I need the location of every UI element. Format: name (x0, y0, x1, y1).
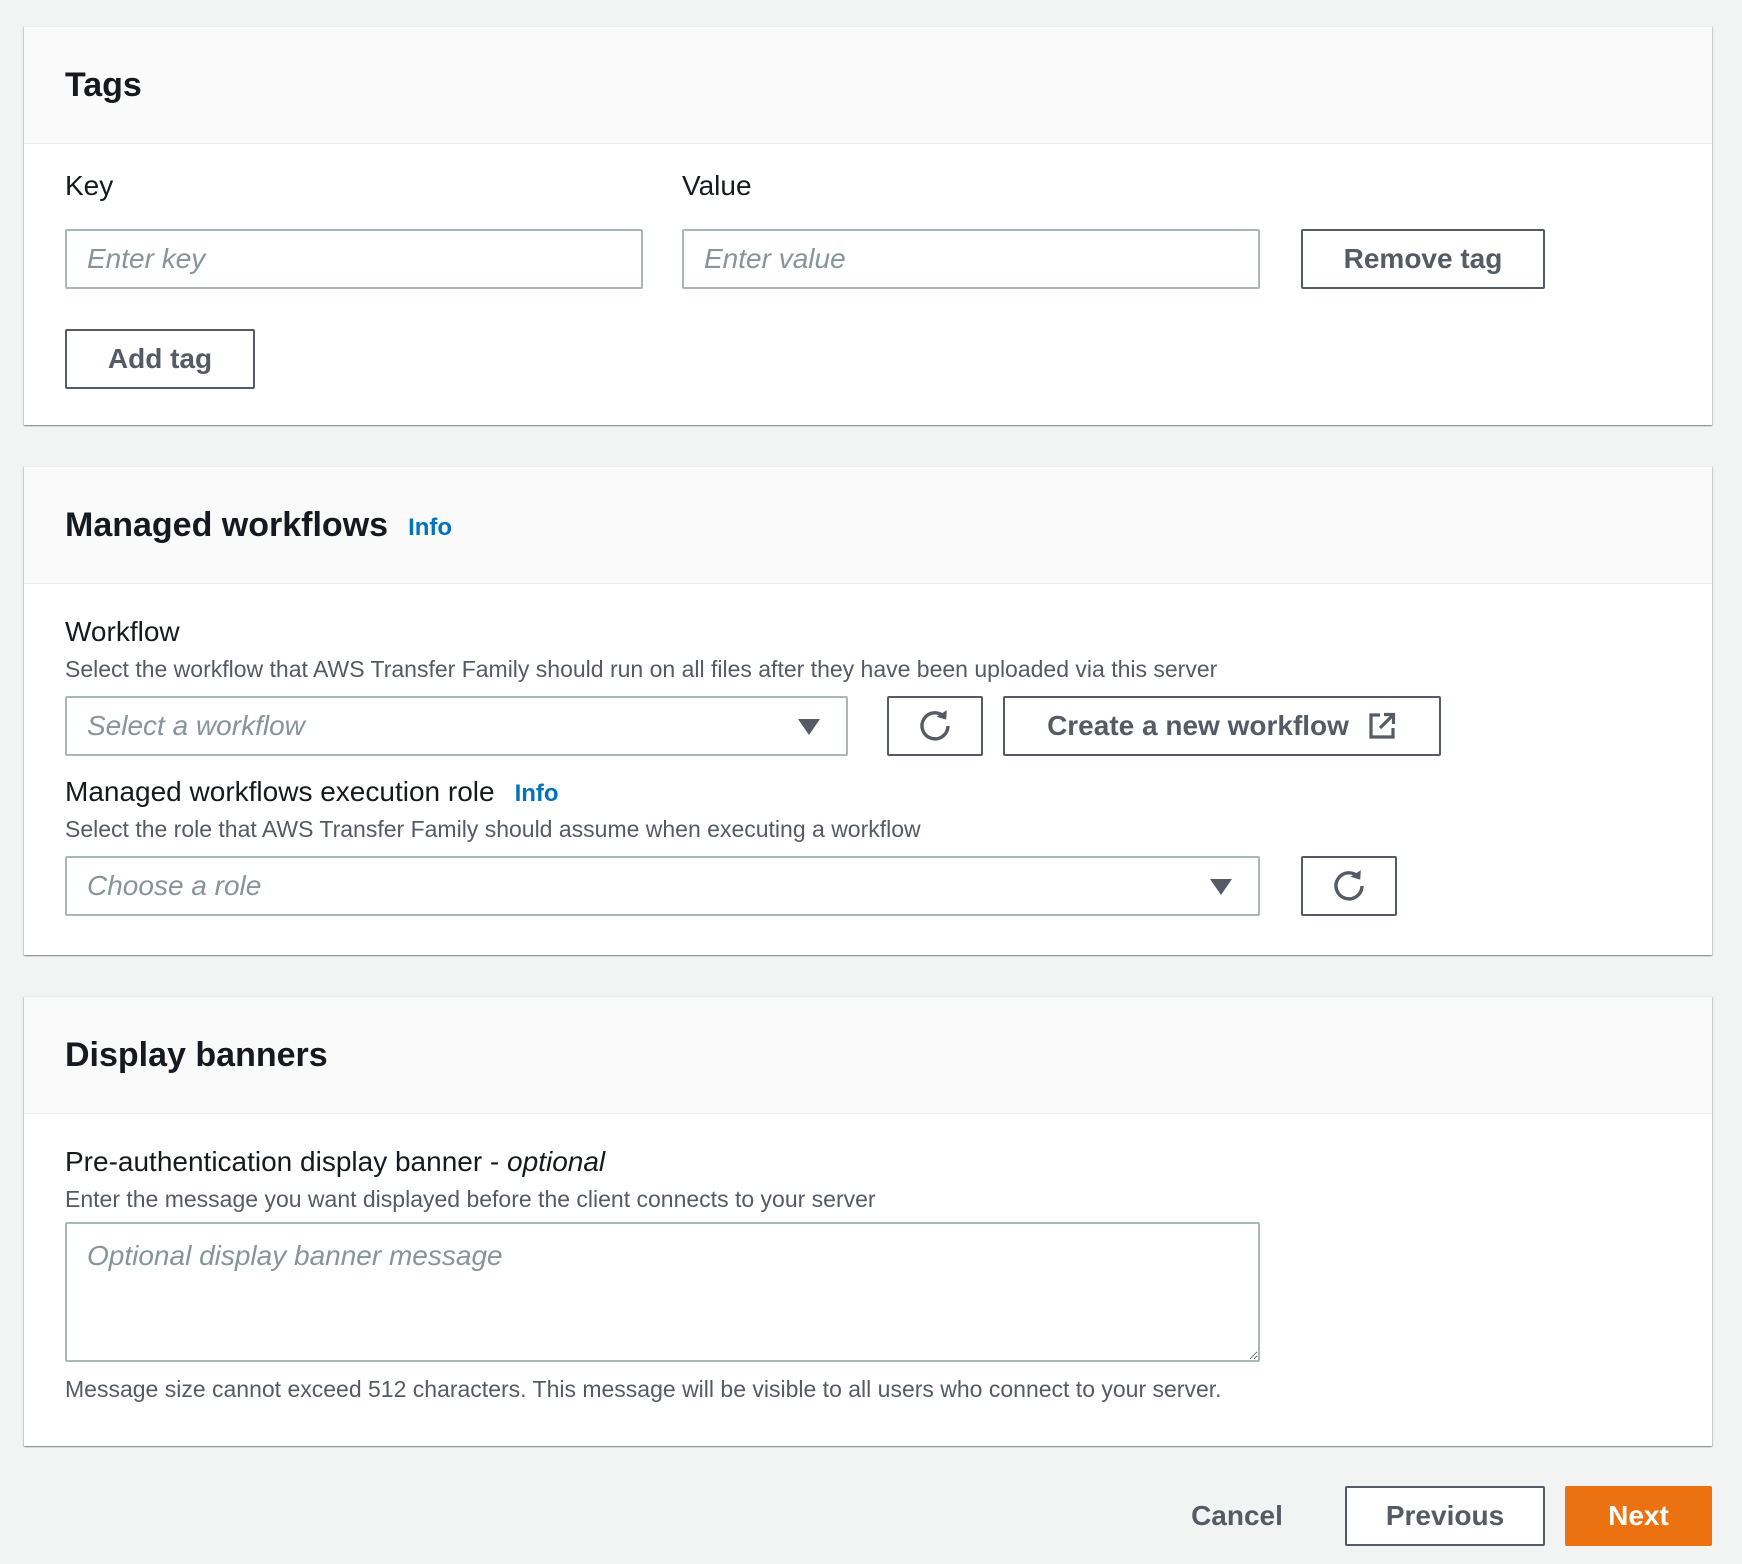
key-label: Key (65, 170, 114, 201)
next-button[interactable]: Next (1565, 1486, 1712, 1546)
display-banners-panel: Display banners Pre-authentication displ… (24, 996, 1712, 1446)
tags-panel: Tags Key Value Remove tag Add tag (24, 26, 1712, 425)
workflow-label: Workflow (65, 616, 180, 647)
workflow-select-placeholder: Select a workflow (87, 710, 305, 741)
pre-auth-banner-description: Enter the message you want displayed bef… (65, 1186, 876, 1212)
refresh-icon (917, 708, 953, 744)
caret-down-icon (1210, 879, 1232, 895)
workflow-select[interactable]: Select a workflow (65, 696, 848, 756)
caret-down-icon (798, 719, 820, 735)
tag-key-input[interactable] (65, 229, 643, 289)
tags-title: Tags (65, 65, 142, 104)
workflows-title: Managed workflows (65, 505, 389, 544)
managed-workflows-panel: Managed workflows Info Workflow Select t… (24, 466, 1712, 955)
next-label: Next (1608, 1500, 1669, 1531)
execution-role-label: Managed workflows execution role Info (65, 776, 559, 808)
workflow-description: Select the workflow that AWS Transfer Fa… (65, 656, 1218, 682)
workflow-refresh-button[interactable] (887, 696, 983, 756)
execution-role-select[interactable]: Choose a role (65, 856, 1260, 916)
banners-panel-header: Display banners (24, 997, 1712, 1114)
pre-auth-banner-label-text: Pre-authentication display banner - (65, 1146, 508, 1177)
previous-button[interactable]: Previous (1345, 1486, 1545, 1546)
create-workflow-label: Create a new workflow (1047, 710, 1349, 741)
previous-label: Previous (1385, 1500, 1505, 1531)
pre-auth-banner-textarea[interactable] (65, 1222, 1260, 1362)
pre-auth-banner-label: Pre-authentication display banner - opti… (65, 1146, 605, 1178)
create-workflow-button[interactable]: Create a new workflow (1003, 696, 1441, 756)
add-tag-button[interactable]: Add tag (65, 329, 255, 389)
workflows-info-link[interactable]: Info (408, 514, 452, 542)
tag-value-input[interactable] (682, 229, 1260, 289)
refresh-icon (1331, 868, 1367, 904)
value-label: Value (682, 170, 752, 201)
workflows-panel-header: Managed workflows Info (24, 467, 1712, 584)
execution-role-info-link[interactable]: Info (515, 780, 559, 808)
remove-tag-button[interactable]: Remove tag (1301, 229, 1545, 289)
role-refresh-button[interactable] (1301, 856, 1397, 916)
remove-tag-label: Remove tag (1343, 243, 1503, 274)
banner-constraint-text: Message size cannot exceed 512 character… (65, 1376, 1222, 1402)
execution-role-label-text: Managed workflows execution role (65, 776, 495, 807)
tags-panel-header: Tags (24, 27, 1712, 144)
add-tag-label: Add tag (107, 343, 213, 374)
cancel-button[interactable]: Cancel (1180, 1486, 1294, 1546)
banners-title: Display banners (65, 1035, 328, 1074)
optional-marker: optional (507, 1146, 606, 1177)
execution-role-description: Select the role that AWS Transfer Family… (65, 816, 921, 842)
external-link-icon (1367, 711, 1397, 741)
execution-role-placeholder: Choose a role (87, 870, 262, 901)
